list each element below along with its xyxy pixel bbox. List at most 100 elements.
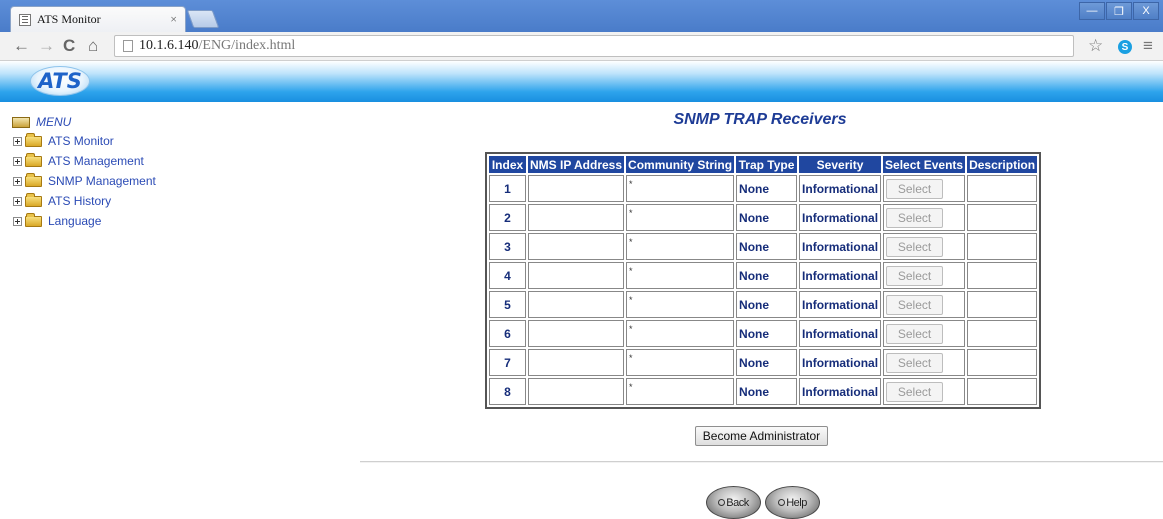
community-string-cell: * — [626, 320, 735, 347]
folder-icon — [25, 192, 42, 207]
table-header-row: Index NMS IP Address Community String Tr… — [489, 156, 1038, 173]
folder-icon — [25, 172, 42, 187]
severity-cell: Informational — [799, 378, 882, 405]
become-administrator-button[interactable]: Become Administrator — [695, 426, 828, 446]
menu-item-label: Language — [48, 214, 102, 228]
browser-tab[interactable]: ATS Monitor × — [10, 6, 186, 32]
address-bar[interactable]: 10.1.6.140/ENG/index.html — [114, 35, 1074, 57]
menu-item-ats-management[interactable]: ATS Management — [12, 151, 156, 171]
description-cell — [967, 320, 1038, 347]
index-cell: 7 — [489, 349, 526, 376]
close-window-button[interactable]: X — [1133, 2, 1159, 20]
help-button-label: Help — [786, 496, 807, 509]
ip-address-cell — [528, 204, 625, 231]
column-header-select-events: Select Events — [883, 156, 966, 173]
table-row: 5 * None Informational Select — [489, 291, 1038, 318]
expand-icon[interactable] — [13, 216, 22, 226]
table-row: 7 * None Informational Select — [489, 349, 1038, 376]
description-cell — [967, 291, 1038, 318]
folder-icon — [25, 152, 42, 167]
column-header-severity: Severity — [799, 156, 882, 173]
index-cell: 2 — [489, 204, 526, 231]
table-row: 1 * None Informational Select — [489, 175, 1038, 202]
community-string-cell: * — [626, 204, 735, 231]
trap-type-cell: None — [736, 204, 798, 231]
ats-header-banner: ATS — [0, 61, 1163, 102]
select-events-button[interactable]: Select — [886, 178, 944, 199]
folder-icon — [25, 132, 42, 147]
bookmark-star-icon[interactable]: ☆ — [1088, 36, 1103, 56]
url-host: 10.1.6.140 — [139, 38, 199, 53]
browser-tab-strip: ATS Monitor × — ❐ X — [0, 0, 1163, 32]
help-button[interactable]: Help — [765, 486, 820, 519]
ip-address-cell — [528, 175, 625, 202]
ats-logo: ATS — [30, 66, 90, 96]
menu-root[interactable]: MENU — [12, 113, 156, 131]
severity-cell: Informational — [799, 233, 882, 260]
open-folder-icon — [12, 116, 30, 128]
skype-icon[interactable]: S — [1118, 40, 1132, 54]
ip-address-cell — [528, 349, 625, 376]
menu-item-ats-monitor[interactable]: ATS Monitor — [12, 131, 156, 151]
select-events-button[interactable]: Select — [886, 236, 944, 257]
minimize-button[interactable]: — — [1079, 2, 1105, 20]
trap-receivers-table: Index NMS IP Address Community String Tr… — [485, 152, 1042, 409]
browser-menu-icon[interactable]: ≡ — [1143, 36, 1153, 56]
column-header-description: Description — [967, 156, 1038, 173]
menu-tree: MENU ATS Monitor ATS Management SNMP Man… — [12, 113, 156, 231]
menu-item-language[interactable]: Language — [12, 211, 156, 231]
select-events-button[interactable]: Select — [886, 207, 944, 228]
back-arrow-icon[interactable]: ← — [13, 36, 30, 56]
expand-icon[interactable] — [13, 196, 22, 206]
menu-item-ats-history[interactable]: ATS History — [12, 191, 156, 211]
page-icon — [123, 40, 133, 52]
tab-title: ATS Monitor — [37, 12, 101, 26]
back-button[interactable]: Back — [706, 486, 761, 519]
expand-icon[interactable] — [13, 176, 22, 186]
column-header-ip: NMS IP Address — [528, 156, 625, 173]
expand-icon[interactable] — [13, 156, 22, 166]
table-row: 2 * None Informational Select — [489, 204, 1038, 231]
home-icon[interactable]: ⌂ — [88, 36, 98, 56]
table-body: 1 * None Informational Select 2 * None Informati… — [489, 175, 1038, 405]
select-events-button[interactable]: Select — [886, 323, 944, 344]
tab-close-icon[interactable]: × — [170, 12, 177, 27]
description-cell — [967, 262, 1038, 289]
description-cell — [967, 204, 1038, 231]
select-events-cell: Select — [883, 233, 966, 260]
page-favicon-icon — [19, 13, 31, 26]
expand-icon[interactable] — [13, 136, 22, 146]
trap-type-cell: None — [736, 291, 798, 318]
reload-icon[interactable]: C — [63, 36, 75, 56]
ip-address-cell — [528, 291, 625, 318]
index-cell: 1 — [489, 175, 526, 202]
table-row: 4 * None Informational Select — [489, 262, 1038, 289]
select-events-button[interactable]: Select — [886, 352, 944, 373]
select-events-button[interactable]: Select — [886, 294, 944, 315]
community-string-cell: * — [626, 233, 735, 260]
select-events-cell: Select — [883, 262, 966, 289]
browser-toolbar: ← → C ⌂ 10.1.6.140/ENG/index.html ☆ S ≡ — [0, 32, 1163, 61]
index-cell: 8 — [489, 378, 526, 405]
select-events-button[interactable]: Select — [886, 381, 944, 402]
index-cell: 4 — [489, 262, 526, 289]
new-tab-button[interactable] — [186, 10, 220, 28]
severity-cell: Informational — [799, 349, 882, 376]
menu-item-label: ATS Management — [48, 154, 144, 168]
ip-address-cell — [528, 320, 625, 347]
restore-button[interactable]: ❐ — [1106, 2, 1132, 20]
select-events-cell: Select — [883, 204, 966, 231]
folder-icon — [25, 212, 42, 227]
page-title: SNMP TRAP Receivers — [673, 111, 847, 128]
ip-address-cell — [528, 233, 625, 260]
severity-cell: Informational — [799, 175, 882, 202]
menu-root-label: MENU — [36, 115, 72, 129]
menu-item-snmp-management[interactable]: SNMP Management — [12, 171, 156, 191]
community-string-cell: * — [626, 262, 735, 289]
forward-arrow-icon[interactable]: → — [38, 36, 55, 56]
community-string-cell: * — [626, 175, 735, 202]
trap-type-cell: None — [736, 320, 798, 347]
select-events-button[interactable]: Select — [886, 265, 944, 286]
back-button-label: Back — [726, 496, 749, 509]
description-cell — [967, 349, 1038, 376]
